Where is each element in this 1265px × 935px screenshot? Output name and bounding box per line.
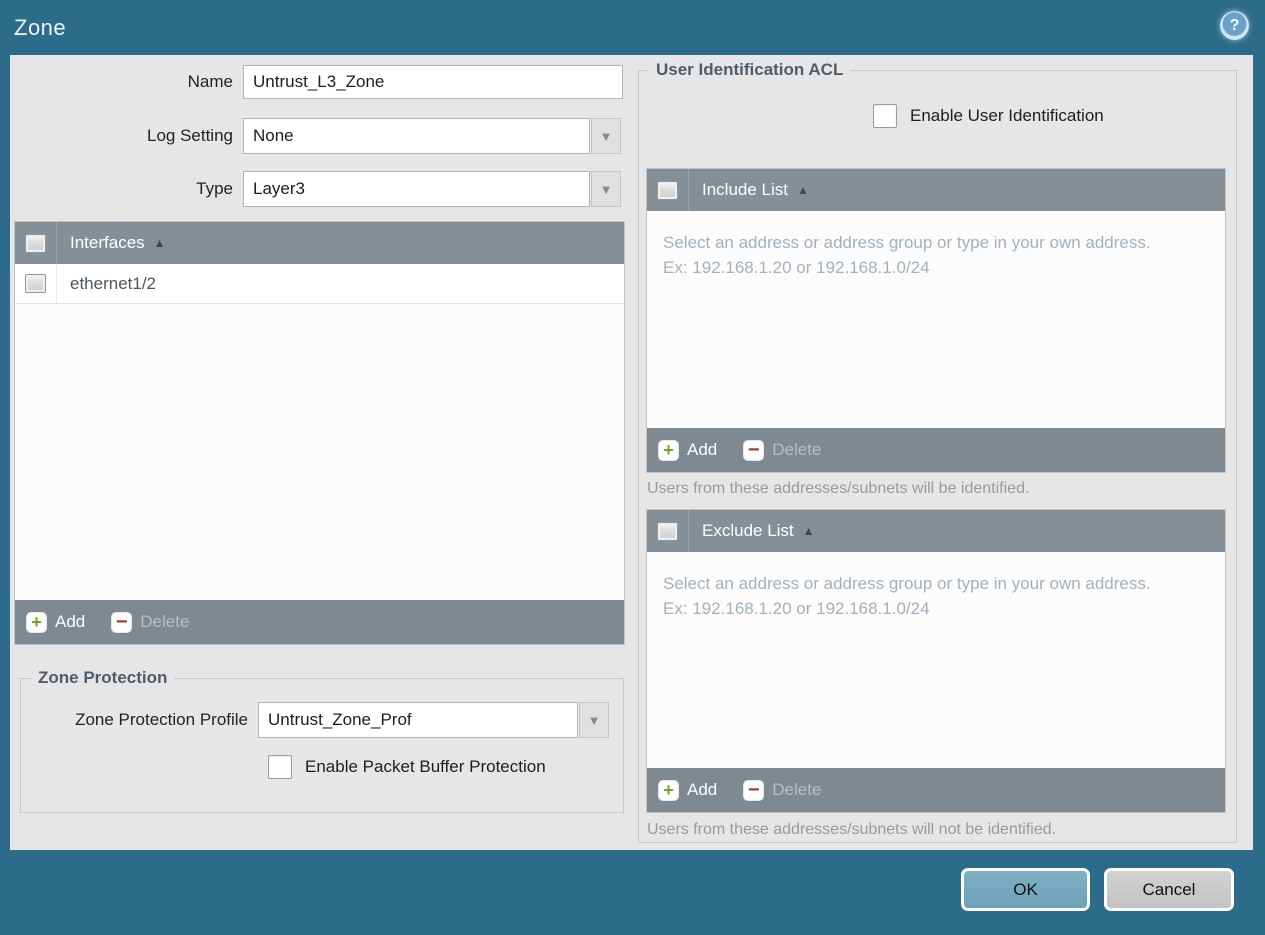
- interfaces-delete-button[interactable]: − Delete: [111, 611, 190, 633]
- enable-user-identification-label: Enable User Identification: [910, 106, 1104, 125]
- exclude-list-select-all-checkbox[interactable]: [657, 521, 678, 541]
- exclude-list-header-checkbox-cell: [647, 510, 689, 552]
- interface-row-checkbox-cell: [15, 264, 57, 303]
- cancel-button[interactable]: Cancel: [1104, 868, 1234, 911]
- user-identification-acl-legend: User Identification ACL: [656, 60, 844, 79]
- name-label: Name: [187, 72, 233, 91]
- exclude-list-helper-text: Users from these addresses/subnets will …: [647, 821, 1057, 838]
- dialog-title: Zone: [14, 14, 67, 40]
- delete-icon: −: [111, 611, 133, 633]
- exclude-list-footer: + Add − Delete: [647, 768, 1225, 812]
- exclude-list-body[interactable]: Select an address or address group or ty…: [647, 552, 1225, 768]
- include-list-header: Include List ▲: [647, 169, 1225, 211]
- interfaces-grid-header: Interfaces ▲: [15, 222, 624, 264]
- chevron-down-icon: ▼: [587, 712, 601, 728]
- user-identification-acl-section: User Identification ACL Enable User Iden…: [638, 60, 1237, 843]
- include-list-select-all-checkbox[interactable]: [657, 180, 678, 200]
- log-setting-label: Log Setting: [146, 126, 233, 145]
- add-icon: +: [26, 611, 47, 633]
- exclude-list-column-header[interactable]: Exclude List: [702, 521, 794, 541]
- log-setting-select[interactable]: None ▼: [243, 118, 621, 154]
- log-setting-row: Log Setting None ▼: [10, 118, 621, 154]
- interfaces-grid-body: [15, 304, 624, 600]
- type-value[interactable]: Layer3: [243, 171, 590, 207]
- name-row: Name: [10, 65, 623, 99]
- enable-user-identification-checkbox[interactable]: [873, 104, 897, 128]
- add-button-label: Add: [687, 780, 718, 799]
- interfaces-select-all-checkbox[interactable]: [25, 233, 46, 253]
- interfaces-grid-footer: + Add − Delete: [15, 600, 624, 644]
- dialog-titlebar: Zone: [0, 0, 1265, 55]
- exclude-list-add-button[interactable]: + Add: [658, 779, 718, 801]
- include-list-delete-button[interactable]: − Delete: [743, 439, 822, 461]
- type-select[interactable]: Layer3 ▼: [243, 171, 621, 207]
- delete-button-label: Delete: [772, 440, 822, 459]
- zone-protection-profile-value[interactable]: Untrust_Zone_Prof: [258, 702, 578, 738]
- add-icon: +: [658, 439, 679, 461]
- packet-buffer-protection-checkbox[interactable]: [268, 755, 292, 779]
- exclude-list-header: Exclude List ▲: [647, 510, 1225, 552]
- sort-ascending-icon[interactable]: ▲: [797, 183, 809, 197]
- enable-user-identification-row: Enable User Identification: [873, 104, 1265, 128]
- interfaces-add-button[interactable]: + Add: [26, 611, 86, 633]
- include-list-add-button[interactable]: + Add: [658, 439, 718, 461]
- add-icon: +: [658, 779, 679, 801]
- include-list-grid: Include List ▲ Select an address or addr…: [646, 168, 1226, 473]
- interfaces-column-header[interactable]: Interfaces: [70, 233, 145, 253]
- sort-ascending-icon[interactable]: ▲: [803, 524, 815, 538]
- include-list-body[interactable]: Select an address or address group or ty…: [647, 211, 1225, 428]
- delete-button-label: Delete: [772, 780, 822, 799]
- zone-protection-profile-row: Zone Protection Profile Untrust_Zone_Pro…: [21, 702, 623, 738]
- help-icon[interactable]: ?: [1220, 11, 1249, 40]
- include-list-helper-text: Users from these addresses/subnets will …: [647, 480, 1030, 497]
- help-glyph: ?: [1229, 16, 1240, 34]
- include-list-placeholder: Select an address or address group or ty…: [663, 233, 1151, 277]
- interface-name: ethernet1/2: [70, 273, 157, 293]
- add-button-label: Add: [55, 612, 86, 631]
- type-row: Type Layer3 ▼: [10, 171, 621, 207]
- type-label: Type: [196, 179, 233, 198]
- interface-row-checkbox[interactable]: [25, 274, 46, 293]
- chevron-down-icon: ▼: [599, 181, 613, 197]
- exclude-list-grid: Exclude List ▲ Select an address or addr…: [646, 509, 1226, 813]
- delete-icon: −: [743, 779, 765, 801]
- include-list-column-header[interactable]: Include List: [702, 180, 788, 200]
- delete-icon: −: [743, 439, 765, 461]
- zone-protection-profile-label: Zone Protection Profile: [75, 710, 248, 729]
- log-setting-dropdown-icon[interactable]: ▼: [591, 118, 621, 154]
- zone-protection-legend: Zone Protection: [38, 668, 168, 687]
- ok-button[interactable]: OK: [961, 868, 1090, 911]
- add-button-label: Add: [687, 440, 718, 459]
- exclude-list-delete-button[interactable]: − Delete: [743, 779, 822, 801]
- packet-buffer-protection-label: Enable Packet Buffer Protection: [305, 757, 546, 776]
- zone-dialog-screen: { "dialog": { "title": "Zone" }, "icons"…: [0, 0, 1265, 935]
- interfaces-header-checkbox-cell: [15, 222, 57, 264]
- zone-protection-profile-select[interactable]: Untrust_Zone_Prof ▼: [258, 702, 609, 738]
- zone-protection-profile-dropdown-icon[interactable]: ▼: [579, 702, 609, 738]
- dialog-body: Name Log Setting None ▼ Type Layer3 ▼ In…: [10, 55, 1253, 850]
- exclude-list-placeholder: Select an address or address group or ty…: [663, 574, 1151, 618]
- name-input[interactable]: [243, 65, 623, 99]
- zone-protection-section: Zone Protection Zone Protection Profile …: [20, 668, 624, 813]
- type-dropdown-icon[interactable]: ▼: [591, 171, 621, 207]
- chevron-down-icon: ▼: [599, 128, 613, 144]
- sort-ascending-icon[interactable]: ▲: [154, 236, 166, 250]
- include-list-footer: + Add − Delete: [647, 428, 1225, 472]
- delete-button-label: Delete: [140, 612, 190, 631]
- include-list-header-checkbox-cell: [647, 169, 689, 211]
- interfaces-grid: Interfaces ▲ ethernet1/2 + Add − Delete: [14, 221, 625, 645]
- interface-row[interactable]: ethernet1/2: [15, 264, 624, 304]
- log-setting-value[interactable]: None: [243, 118, 590, 154]
